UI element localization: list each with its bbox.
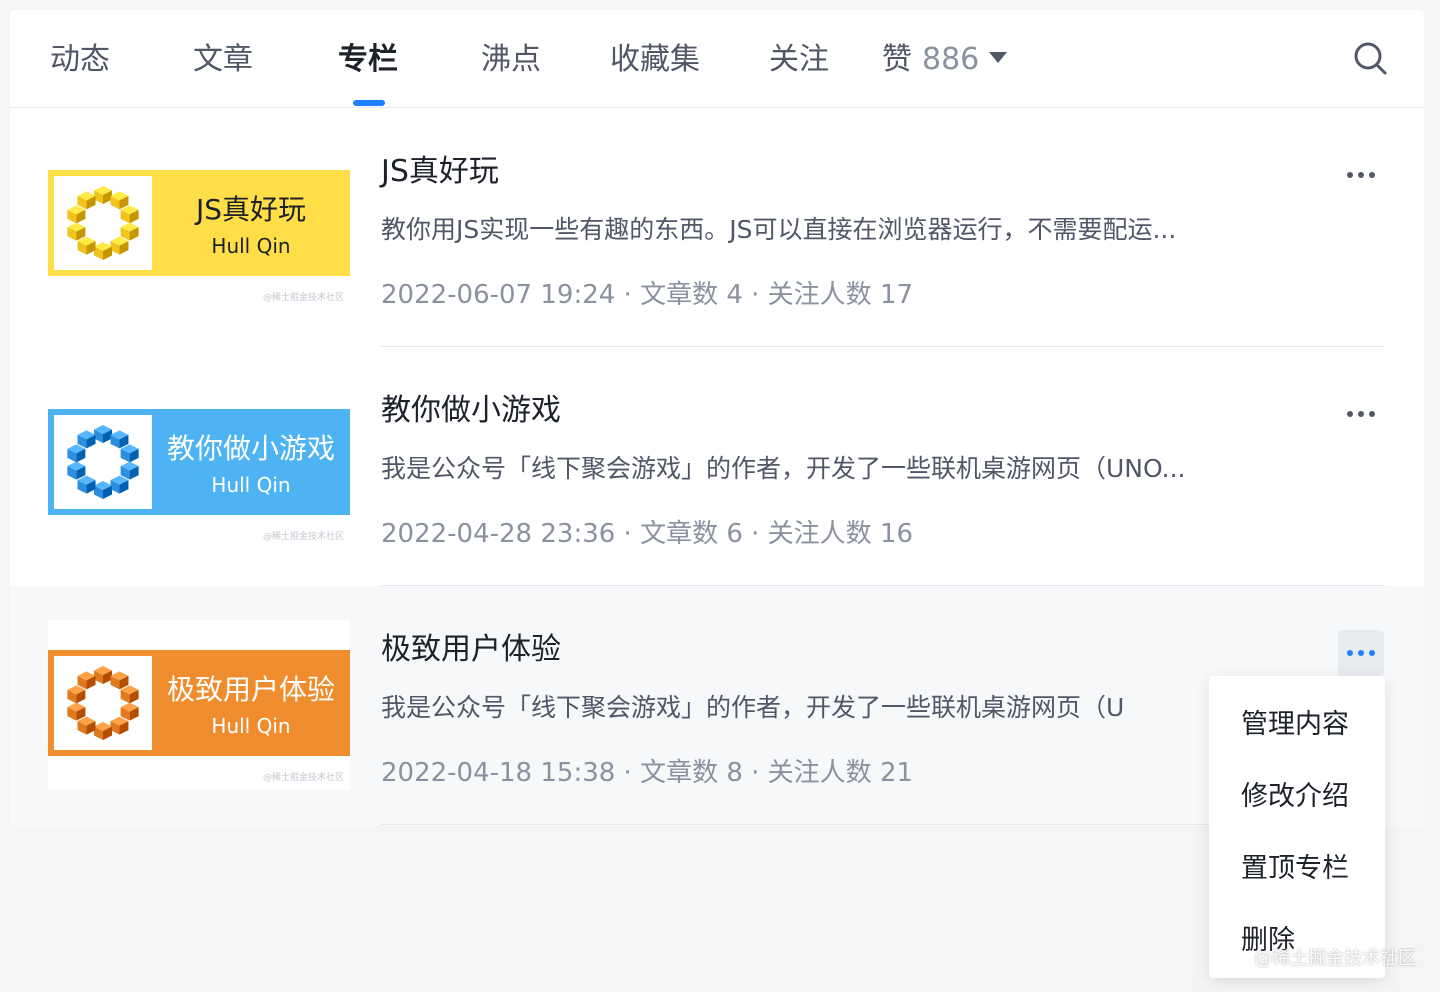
- tab-following[interactable]: 关注: [769, 38, 829, 82]
- column-description: 我是公众号「线下聚会游戏」的作者，开发了一些联机桌游网页（U: [381, 693, 1125, 722]
- cover-author: Hull Qin: [211, 234, 291, 258]
- cover-author: Hull Qin: [211, 473, 291, 497]
- tab-likes-label: 赞: [882, 42, 912, 77]
- column-meta: 2022-04-28 23:36 · 文章数 6 · 关注人数 16: [381, 519, 914, 549]
- more-dot-icon: [1369, 411, 1375, 417]
- cover-watermark: @稀土掘金技术社区: [262, 532, 344, 542]
- cover-image-box: [54, 176, 152, 270]
- page-watermark: @稀土掘金技术社区: [1254, 948, 1416, 969]
- column-meta: 2022-06-07 19:24 · 文章数 4 · 关注人数 17: [381, 280, 914, 310]
- search-icon[interactable]: [1352, 40, 1388, 76]
- column-title[interactable]: 教你做小游戏: [381, 385, 561, 429]
- tab-pins[interactable]: 沸点: [481, 38, 541, 82]
- cover-band: JS真好玩 Hull Qin: [48, 170, 350, 276]
- more-dot-icon: [1347, 172, 1353, 178]
- cover-title: 教你做小游戏: [166, 432, 335, 465]
- tab-columns[interactable]: 专栏: [338, 38, 398, 82]
- more-button[interactable]: [1338, 630, 1384, 676]
- tab-bar: 动态 文章 专栏 沸点 收藏集 关注 赞 886: [10, 10, 1424, 108]
- more-dot-icon: [1369, 650, 1375, 656]
- tab-likes[interactable]: 赞 886: [882, 38, 1008, 82]
- column-item[interactable]: 教你做小游戏 Hull Qin @稀土掘金技术社区 教你做小游戏 我是公众号「线…: [10, 347, 1424, 586]
- more-dot-icon: [1369, 172, 1375, 178]
- cube-ring-icon: [67, 666, 139, 740]
- more-dot-icon: [1358, 411, 1364, 417]
- column-title[interactable]: JS真好玩: [381, 146, 499, 190]
- cube-ring-icon: [67, 186, 139, 260]
- cover-author: Hull Qin: [211, 714, 291, 738]
- cover-watermark: @稀土掘金技术社区: [262, 293, 344, 303]
- column-meta: 2022-04-18 15:38 · 文章数 8 · 关注人数 21: [381, 758, 914, 788]
- more-button[interactable]: [1338, 152, 1384, 198]
- more-dot-icon: [1358, 172, 1364, 178]
- more-button[interactable]: [1338, 391, 1384, 437]
- cover-band: 教你做小游戏 Hull Qin: [48, 409, 350, 515]
- cover-image-box: [54, 415, 152, 509]
- column-cover[interactable]: JS真好玩 Hull Qin @稀土掘金技术社区: [48, 118, 350, 303]
- column-cover[interactable]: 极致用户体验 Hull Qin @稀土掘金技术社区: [48, 620, 350, 790]
- cover-band: 极致用户体验 Hull Qin: [48, 650, 350, 756]
- more-dot-icon: [1347, 650, 1353, 656]
- column-title[interactable]: 极致用户体验: [381, 624, 561, 668]
- cover-watermark: @稀土掘金技术社区: [262, 773, 344, 783]
- more-dot-icon: [1347, 411, 1353, 417]
- menu-item-edit-intro[interactable]: 修改介绍: [1241, 774, 1349, 813]
- column-description: 我是公众号「线下聚会游戏」的作者，开发了一些联机桌游网页（UNO...: [381, 454, 1186, 483]
- tab-activity[interactable]: 动态: [50, 38, 110, 82]
- column-item[interactable]: JS真好玩 Hull Qin @稀土掘金技术社区 JS真好玩 教你用JS实现一些…: [10, 108, 1424, 347]
- column-description: 教你用JS实现一些有趣的东西。JS可以直接在浏览器运行，不需要配运...: [381, 215, 1177, 244]
- menu-item-manage-content[interactable]: 管理内容: [1241, 702, 1349, 741]
- tab-collections[interactable]: 收藏集: [610, 38, 700, 82]
- active-tab-indicator: [353, 100, 385, 106]
- more-actions-menu: 管理内容 修改介绍 置顶专栏 删除: [1209, 676, 1385, 978]
- caret-down-icon: [989, 52, 1008, 63]
- cube-ring-icon: [67, 425, 139, 499]
- menu-item-pin-column[interactable]: 置顶专栏: [1241, 846, 1349, 885]
- likes-count: 886: [922, 42, 980, 77]
- cover-title: 极致用户体验: [166, 673, 335, 706]
- column-cover[interactable]: 教你做小游戏 Hull Qin @稀土掘金技术社区: [48, 357, 350, 542]
- cover-title: JS真好玩: [195, 193, 307, 226]
- tab-articles[interactable]: 文章: [193, 38, 253, 82]
- more-dot-icon: [1358, 650, 1364, 656]
- cover-image-box: [54, 656, 152, 750]
